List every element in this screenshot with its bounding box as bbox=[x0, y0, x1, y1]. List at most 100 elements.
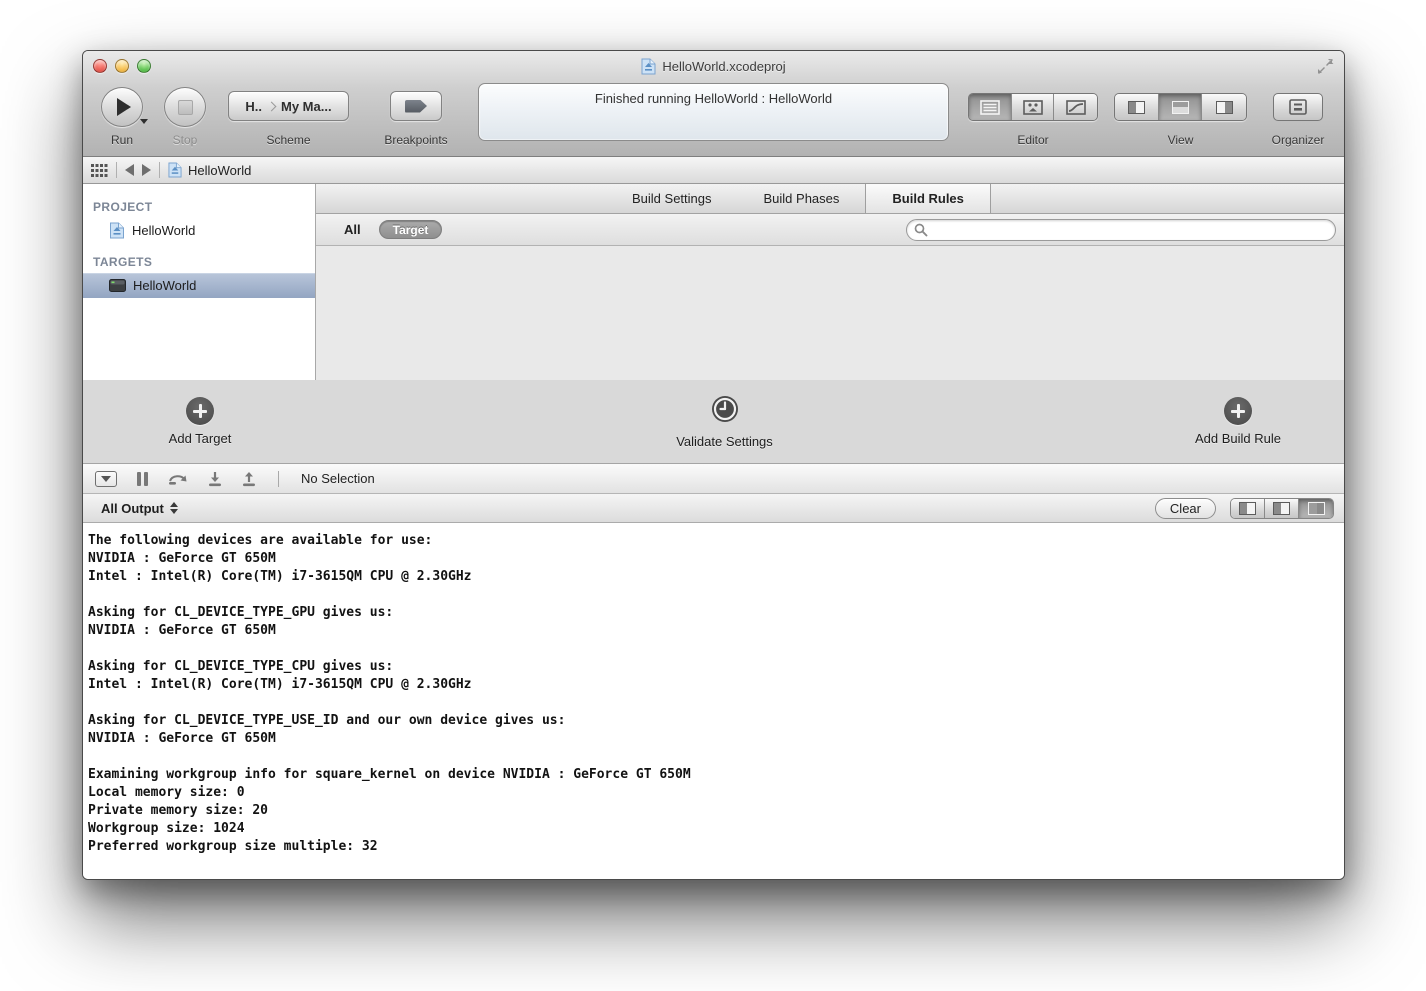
fullscreen-icon[interactable] bbox=[1316, 57, 1334, 75]
step-out-button[interactable] bbox=[242, 471, 256, 487]
step-over-button[interactable] bbox=[168, 471, 188, 486]
close-button[interactable] bbox=[93, 59, 107, 73]
project-document-icon bbox=[641, 58, 656, 75]
build-rules-empty-area bbox=[316, 246, 1344, 380]
breakpoints-label: Breakpoints bbox=[384, 133, 447, 147]
jump-bar: HelloWorld bbox=[83, 157, 1344, 184]
right-pane-icon bbox=[1308, 502, 1325, 515]
stop-icon bbox=[178, 100, 193, 115]
add-target-button[interactable]: Add Target bbox=[83, 397, 317, 446]
debug-status: No Selection bbox=[301, 471, 375, 486]
organizer-button[interactable]: Organizer bbox=[1273, 81, 1323, 121]
target-terminal-icon bbox=[109, 279, 126, 292]
zoom-button[interactable] bbox=[137, 59, 151, 73]
search-icon bbox=[914, 223, 928, 237]
window-title: HelloWorld.xcodeproj bbox=[662, 59, 785, 74]
organizer-label: Organizer bbox=[1272, 133, 1325, 147]
clock-icon bbox=[711, 395, 739, 423]
view-segmented-control: View bbox=[1114, 81, 1247, 121]
divider bbox=[116, 162, 117, 178]
breakpoint-icon bbox=[405, 100, 427, 113]
debug-toolbar: No Selection bbox=[83, 464, 1344, 494]
standard-editor-button[interactable] bbox=[969, 94, 1012, 120]
plus-circle-icon bbox=[186, 397, 214, 425]
clear-console-button[interactable]: Clear bbox=[1155, 498, 1216, 519]
run-label: Run bbox=[111, 133, 133, 147]
popup-updown-icon bbox=[170, 502, 178, 514]
sidebar-item-target-helloworld[interactable]: HelloWorld bbox=[83, 273, 315, 298]
back-arrow-icon[interactable] bbox=[125, 164, 134, 176]
editor-segmented-control: Editor bbox=[968, 81, 1098, 121]
titlebar[interactable]: HelloWorld.xcodeproj bbox=[83, 51, 1344, 81]
editor-main-area: Build Settings Build Phases Build Rules … bbox=[316, 184, 1344, 380]
debug-area-toggle-button[interactable] bbox=[1159, 94, 1203, 120]
filter-bar: All Target bbox=[316, 214, 1344, 246]
console-header: All Output Clear bbox=[83, 494, 1344, 523]
xcode-window: HelloWorld.xcodeproj Run Stop bbox=[82, 50, 1345, 880]
project-sidebar: PROJECT HelloWorld TARGETS HelloWorld bbox=[83, 184, 316, 380]
run-button[interactable]: Run bbox=[100, 81, 144, 127]
chevron-right-icon bbox=[267, 101, 277, 111]
window-chrome: HelloWorld.xcodeproj Run Stop bbox=[83, 51, 1344, 157]
left-pane-icon bbox=[1239, 502, 1256, 515]
console-area[interactable]: The following devices are available for … bbox=[83, 523, 1344, 879]
activity-viewer: Finished running HelloWorld : HelloWorld bbox=[478, 83, 949, 141]
output-filter-popup[interactable]: All Output bbox=[101, 501, 178, 516]
bottom-action-bar: Add Target Validate Settings Add Build R… bbox=[83, 380, 1344, 464]
project-section-header: PROJECT bbox=[83, 196, 315, 218]
editor-tab-bar: Build Settings Build Phases Build Rules bbox=[316, 184, 1344, 214]
stop-label: Stop bbox=[173, 133, 198, 147]
content-area: PROJECT HelloWorld TARGETS HelloWorld bbox=[83, 184, 1344, 380]
scheme-label: Scheme bbox=[266, 133, 310, 147]
project-document-icon bbox=[109, 222, 125, 239]
divider bbox=[278, 471, 279, 487]
pause-button[interactable] bbox=[137, 472, 148, 486]
scheme-selector[interactable]: H.. My Ma... Scheme bbox=[228, 81, 349, 121]
organizer-icon bbox=[1289, 99, 1307, 115]
minimize-button[interactable] bbox=[115, 59, 129, 73]
tab-build-phases[interactable]: Build Phases bbox=[738, 184, 866, 213]
assistant-editor-button[interactable] bbox=[1012, 94, 1055, 120]
version-editor-button[interactable] bbox=[1054, 94, 1097, 120]
traffic-lights bbox=[93, 59, 151, 73]
add-build-rule-button[interactable]: Add Build Rule bbox=[1132, 397, 1344, 446]
targets-section-header: TARGETS bbox=[83, 251, 315, 273]
left-panel-icon bbox=[1128, 101, 1145, 114]
divider bbox=[159, 162, 160, 178]
hide-debug-area-button[interactable] bbox=[95, 471, 117, 487]
step-into-button[interactable] bbox=[208, 471, 222, 487]
editor-label: Editor bbox=[1017, 133, 1048, 147]
validate-settings-button[interactable]: Validate Settings bbox=[317, 395, 1132, 449]
tab-build-rules[interactable]: Build Rules bbox=[865, 184, 991, 213]
tab-build-settings[interactable]: Build Settings bbox=[606, 184, 738, 213]
utilities-toggle-button[interactable] bbox=[1202, 94, 1246, 120]
scheme-destination-segment[interactable]: My Ma... bbox=[281, 99, 332, 114]
activity-status-text: Finished running HelloWorld : HelloWorld bbox=[595, 91, 832, 106]
variables-view-button[interactable] bbox=[1231, 499, 1265, 518]
view-label: View bbox=[1168, 133, 1194, 147]
project-document-icon bbox=[168, 162, 182, 178]
main-toolbar: Run Stop H.. My Ma... Scheme bbox=[83, 81, 1344, 157]
search-input[interactable] bbox=[906, 219, 1336, 241]
breakpoints-button[interactable]: Breakpoints bbox=[390, 81, 442, 121]
bottom-panel-icon bbox=[1172, 101, 1189, 114]
run-dropdown-caret[interactable] bbox=[140, 119, 148, 124]
jumpbar-current-item[interactable]: HelloWorld bbox=[168, 162, 251, 178]
assistant-editor-icon bbox=[1023, 100, 1043, 115]
navigator-toggle-button[interactable] bbox=[1115, 94, 1159, 120]
right-panel-icon bbox=[1216, 101, 1233, 114]
plus-circle-icon bbox=[1224, 397, 1252, 425]
forward-arrow-icon[interactable] bbox=[142, 164, 151, 176]
sidebar-item-project-helloworld[interactable]: HelloWorld bbox=[83, 218, 315, 243]
split-view-button[interactable] bbox=[1265, 499, 1299, 518]
stop-button[interactable]: Stop bbox=[163, 81, 207, 127]
scheme-target-segment[interactable]: H.. bbox=[245, 99, 262, 114]
split-pane-icon bbox=[1273, 502, 1290, 515]
debug-layout-segmented-control bbox=[1230, 498, 1334, 519]
filter-all[interactable]: All bbox=[344, 222, 361, 237]
console-view-button[interactable] bbox=[1299, 499, 1333, 518]
filter-target-pill[interactable]: Target bbox=[379, 220, 443, 239]
related-items-icon[interactable] bbox=[91, 164, 108, 177]
console-output: The following devices are available for … bbox=[83, 523, 1344, 856]
version-editor-icon bbox=[1066, 100, 1086, 115]
